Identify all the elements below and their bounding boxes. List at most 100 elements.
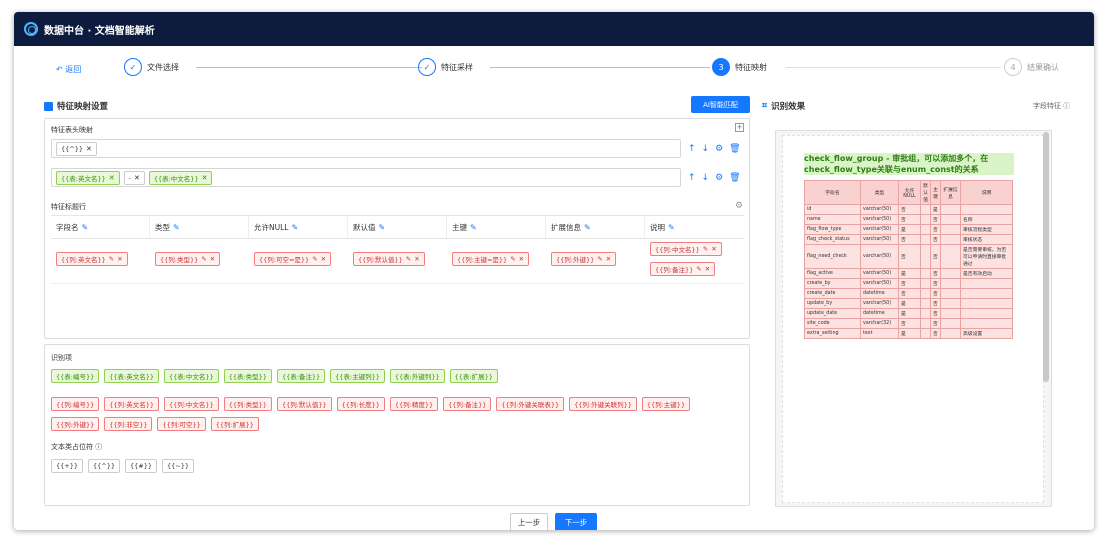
trash-icon[interactable]: 🗑 (729, 144, 740, 154)
title-row-label: 特征标题行 (51, 203, 86, 211)
preview-cell: varchar(32) (860, 318, 899, 329)
edit-icon[interactable]: ✎ (82, 223, 89, 232)
preview-cell: datetime (860, 308, 899, 319)
tag[interactable]: {{表:英文名}} (104, 369, 159, 383)
cell-tag[interactable]: {{列:类型}} ✎ ✕ (155, 252, 221, 266)
tag[interactable]: {{列:类型}} (223, 397, 272, 411)
edit-icon[interactable]: ✎ (173, 223, 180, 232)
gear-icon[interactable]: ⚙ (715, 144, 723, 154)
tag[interactable]: {{列:英文名}} (104, 397, 159, 411)
tag[interactable]: {{列:扩展}} (210, 417, 259, 431)
tag[interactable]: {{~}} (162, 459, 194, 473)
scrollbar[interactable] (1043, 132, 1049, 382)
preview-table: 字段名 类型 允许NULL 默认值 主键 扩展信息 说明 id varchar(5… (804, 180, 1013, 339)
edit-icon[interactable]: ✎ (470, 223, 477, 232)
tag[interactable]: {{列:精度}} (389, 397, 439, 411)
preview-cell: 否 (930, 308, 941, 319)
cell-tag[interactable]: {{列:主键=是}} ✎ ✕ (452, 252, 530, 266)
preview-cell: varchar(50) (860, 234, 899, 245)
edit-icon: ✎ (108, 255, 115, 263)
cell-tag[interactable]: {{列:英文名}} ✎ ✕ (56, 252, 128, 266)
tag[interactable]: {{#}} (125, 459, 157, 473)
preview-cell: flag_check_status (804, 234, 861, 245)
edit-icon[interactable]: ✎ (584, 223, 591, 232)
edit-icon[interactable]: ✎ (379, 223, 386, 232)
row-ops: ↑ ↓ ⚙ 🗑 (688, 173, 741, 183)
preview-cell: 否 (930, 224, 941, 235)
tag[interactable]: {{表:英文名}} ✕ (56, 170, 120, 185)
close-icon: ✕ (605, 255, 612, 263)
tag[interactable]: {{表:类型}} (223, 369, 272, 383)
preview-cell (940, 298, 961, 309)
preview-cell: 否 (898, 204, 921, 215)
tag[interactable]: {{列:外键关联列}} (569, 397, 637, 411)
mapping-row-1[interactable]: {{^}} ✕ (51, 139, 681, 158)
tag[interactable]: {{^}} (88, 459, 120, 473)
preview-cell (940, 318, 961, 329)
prev-button[interactable]: 上一步 (510, 513, 548, 530)
cell-tag[interactable]: {{列:默认值}} ✎ ✕ (353, 252, 425, 266)
next-button[interactable]: 下一步 (555, 513, 597, 530)
trash-icon[interactable]: 🗑 (729, 173, 740, 183)
ai-match-button[interactable]: AI智能匹配 (691, 96, 750, 113)
cell-tag[interactable]: {{列:外键}} ✎ ✕ (551, 252, 617, 266)
tag[interactable]: {{列:长度}} (336, 397, 385, 411)
preview-cell (940, 244, 961, 269)
arrow-up-icon[interactable]: ↑ (688, 144, 696, 154)
preview-cell: extra_setting (804, 328, 861, 339)
preview-cell: 审核流程类型 (960, 224, 1013, 235)
cell-tag[interactable]: {{列:备注}} ✎ ✕ (650, 262, 716, 276)
tag[interactable]: {{列:外键}} (51, 417, 100, 431)
preview-cell (940, 204, 961, 215)
gear-icon[interactable]: ⚙ (715, 173, 723, 183)
cell-tag[interactable]: {{列:中文名}} ✎ ✕ (650, 242, 722, 256)
preview-cell (940, 214, 961, 225)
preview-cell: 否 (898, 234, 921, 245)
tag[interactable]: - ✕ (123, 170, 145, 185)
preview-cell: datetime (860, 288, 899, 299)
tag[interactable]: {{列:外键关联表}} (496, 397, 565, 411)
preview-row: flag_flow_type varchar(50) 是否 审核流程类型 (804, 224, 1013, 235)
tag[interactable]: {{表:外键列}} (389, 369, 445, 383)
tag[interactable]: {{表:中文名}} (163, 369, 219, 383)
back-link[interactable]: ↶ 返回 (56, 64, 81, 75)
tag[interactable]: {{表:备注}} (276, 369, 326, 383)
preview-cell (960, 288, 1013, 299)
close-icon: ✕ (320, 255, 327, 263)
gear-icon[interactable]: ⚙ (735, 201, 743, 211)
preview-cell (940, 234, 961, 245)
tag[interactable]: {{表:扩展}} (449, 369, 498, 383)
arrow-up-icon[interactable]: ↑ (688, 173, 696, 183)
preview-cell: id (804, 204, 861, 215)
mapping-row-2[interactable]: {{表:英文名}} ✕ - ✕ {{表:中文名}} ✕ (51, 168, 681, 187)
step-line (490, 67, 710, 68)
edit-icon[interactable]: ✎ (291, 223, 298, 232)
tag[interactable]: {{列:编号}} (51, 397, 100, 411)
preview-cell (940, 288, 961, 299)
tag[interactable]: {{+}} (51, 459, 83, 473)
arrow-down-icon[interactable]: ↓ (702, 144, 710, 154)
preview-cell: 否 (930, 278, 941, 289)
tag[interactable]: {{列:非空}} (104, 417, 153, 431)
tag[interactable]: {{列:可空}} (157, 417, 206, 431)
field-feature-link[interactable]: 字段特征 ⓘ (1033, 101, 1070, 111)
tag[interactable]: {{列:中文名}} (163, 397, 219, 411)
close-icon: ✕ (201, 173, 208, 182)
preview-title: check_flow_group - 审批组，可以添加多个，在check_flo… (804, 153, 1014, 175)
tag[interactable]: {{列:备注}} (443, 397, 492, 411)
preview-cell (940, 268, 961, 279)
tag[interactable]: {{表:主键列}} (330, 369, 385, 383)
edit-icon[interactable]: ✎ (668, 223, 675, 232)
edit-icon: ✎ (510, 255, 516, 263)
tag[interactable]: {{^}} ✕ (56, 141, 97, 156)
tag[interactable]: {{列:默认值}} (276, 397, 332, 411)
expand-icon[interactable]: + (735, 123, 744, 132)
column-header: 字段名 ✎ 类型 ✎ 允许NULL ✎ 默认值 ✎ 主键 ✎ 扩展信息 ✎ 说明 ✎ (51, 215, 744, 239)
arrow-down-icon[interactable]: ↓ (702, 173, 710, 183)
preview-cell (920, 244, 931, 269)
tag[interactable]: {{列:主键}} (641, 397, 691, 411)
preview-cell: 是否需要审核，为否可以申请时直接审批通过 (960, 244, 1013, 269)
cell-tag[interactable]: {{列:可空=是}} ✎ ✕ (254, 252, 332, 266)
tag[interactable]: {{表:编号}} (51, 369, 100, 383)
tag[interactable]: {{表:中文名}} ✕ (148, 170, 213, 185)
